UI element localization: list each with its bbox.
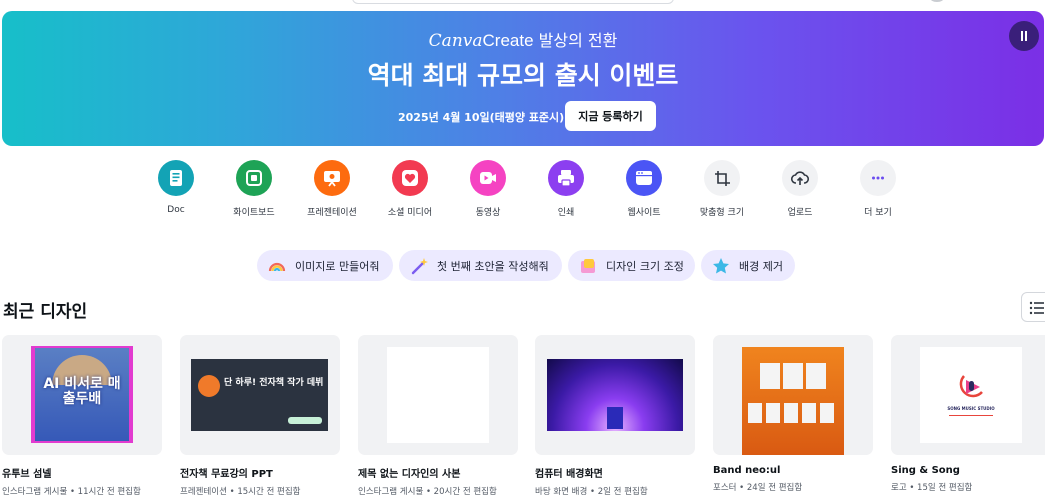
design-name: 유투브 섬넬 (2, 469, 52, 480)
design-card[interactable]: AI 비서로 매출두배 유투브 섬넬 인스타그램 게시물 • 11시간 전 편집… (2, 335, 162, 497)
pill-remove-background[interactable]: 배경 제거 (701, 250, 795, 281)
video-icon (470, 160, 506, 196)
banner-tagline: 발상의 전환 (538, 31, 618, 50)
list-view-button[interactable] (1021, 292, 1045, 322)
banner-headline: 역대 최대 규모의 출시 이벤트 (367, 61, 679, 90)
rainbow-icon (267, 256, 287, 276)
design-card[interactable]: Band neo:ul 포스터 • 24일 전 편집함 (713, 335, 873, 493)
shortcut-label: 더 보기 (864, 208, 892, 218)
magic-wand-icon (409, 256, 429, 276)
pause-icon (1020, 31, 1029, 41)
design-name: Sing & Song (891, 465, 960, 476)
design-thumbnail[interactable] (358, 335, 518, 455)
design-thumbnail[interactable]: 단 하루! 전자책 작가 데뷔 (180, 335, 340, 455)
design-meta: 포스터 • 24일 전 편집함 (713, 483, 803, 493)
design-name: Band neo:ul (713, 465, 781, 476)
create-logo-text: Create (482, 31, 534, 50)
print-icon (548, 160, 584, 196)
shortcut-label: 동영상 (475, 208, 501, 218)
pause-button[interactable] (1009, 21, 1039, 51)
shortcut-label: 소셜 미디어 (387, 208, 433, 218)
more-icon (860, 160, 896, 196)
shortcut-label: 업로드 (787, 208, 813, 218)
shortcut-video[interactable]: 동영상 (448, 160, 528, 218)
design-meta: 프레젠테이션 • 15시간 전 편집함 (180, 487, 301, 497)
design-meta: 바탕 화면 배경 • 2일 전 편집함 (535, 487, 648, 497)
design-card[interactable]: 단 하루! 전자책 작가 데뷔 전자책 무료강의 PPT 프레젠테이션 • 15… (180, 335, 340, 497)
design-meta: 인스타그램 게시물 • 11시간 전 편집함 (2, 487, 141, 497)
canva-logo-text: Canva (428, 31, 483, 51)
event-banner[interactable]: CanvaCreate 발상의 전환 역대 최대 규모의 출시 이벤트 2025… (2, 11, 1044, 146)
avatar-edge[interactable] (930, 0, 944, 2)
pill-label: 이미지로 만들어줘 (295, 259, 380, 273)
custom-size-icon (704, 160, 740, 196)
presentation-icon (314, 160, 350, 196)
shortcut-upload[interactable]: 업로드 (760, 160, 840, 218)
shortcut-doc[interactable]: Doc (136, 160, 216, 215)
pill-label: 배경 제거 (739, 259, 783, 273)
microphone-logo-icon (959, 375, 983, 398)
shortcut-social-media[interactable]: 소셜 미디어 (370, 160, 450, 218)
shortcut-label: 인쇄 (557, 208, 575, 218)
shortcut-print[interactable]: 인쇄 (526, 160, 606, 218)
banner-logo: CanvaCreate 발상의 전환 (2, 27, 1044, 51)
shortcut-label: 맞춤형 크기 (699, 208, 745, 218)
heart-icon (392, 160, 428, 196)
shortcut-label: 프레젠테이션 (307, 208, 357, 218)
upload-icon (782, 160, 818, 196)
website-icon (626, 160, 662, 196)
search-bar-edge[interactable] (352, 0, 674, 4)
shortcut-more[interactable]: 더 보기 (838, 160, 918, 218)
shortcut-custom-size[interactable]: 맞춤형 크기 (682, 160, 762, 218)
shortcut-website[interactable]: 웹사이트 (604, 160, 684, 218)
thumbnail-text: SONG MUSIC STUDIO (947, 406, 995, 411)
banner-date: 2025년 4월 10일(태평양 표준시) (398, 111, 565, 124)
pill-create-image[interactable]: 이미지로 만들어줘 (257, 250, 393, 281)
design-thumbnail[interactable]: AI 비서로 매출두배 (2, 335, 162, 455)
shortcut-label: 웹사이트 (627, 208, 661, 218)
design-thumbnail[interactable] (713, 335, 873, 455)
register-now-button[interactable]: 지금 등록하기 (565, 101, 656, 131)
recent-designs-title: 최근 디자인 (3, 302, 88, 322)
shortcut-label: 화이트보드 (233, 208, 275, 218)
design-name: 컴퓨터 배경화면 (535, 469, 603, 480)
pill-resize-design[interactable]: 디자인 크기 조정 (568, 250, 695, 281)
design-thumbnail[interactable]: SONG MUSIC STUDIO (891, 335, 1045, 455)
pill-label: 첫 번째 초안을 작성해줘 (437, 259, 549, 273)
design-thumbnail[interactable] (535, 335, 695, 455)
design-card[interactable]: SONG MUSIC STUDIO Sing & Song 로고 • 15일 전… (891, 335, 1045, 493)
design-meta: 로고 • 15일 전 편집함 (891, 483, 973, 493)
shortcut-whiteboard[interactable]: 화이트보드 (214, 160, 294, 218)
design-name: 전자책 무료강의 PPT (180, 469, 273, 480)
pill-label: 디자인 크기 조정 (606, 259, 684, 273)
star-icon (711, 256, 731, 276)
shortcut-presentation[interactable]: 프레젠테이션 (292, 160, 372, 218)
design-meta: 인스타그램 게시물 • 20시간 전 편집함 (358, 487, 497, 497)
doc-icon (158, 160, 194, 196)
shortcut-label: Doc (167, 205, 185, 215)
thumbnail-text: 단 하루! 전자책 작가 데뷔 (224, 378, 324, 388)
design-name: 제목 없는 디자인의 사본 (358, 469, 461, 480)
design-card[interactable]: 제목 없는 디자인의 사본 인스타그램 게시물 • 20시간 전 편집함 (358, 335, 518, 497)
pill-write-draft[interactable]: 첫 번째 초안을 작성해줘 (399, 250, 562, 281)
resize-icon (578, 256, 598, 276)
thumbnail-text: AI 비서로 매출두배 (43, 376, 121, 407)
design-card[interactable]: 컴퓨터 배경화면 바탕 화면 배경 • 2일 전 편집함 (535, 335, 695, 497)
whiteboard-icon (236, 160, 272, 196)
list-view-icon (1029, 301, 1044, 315)
